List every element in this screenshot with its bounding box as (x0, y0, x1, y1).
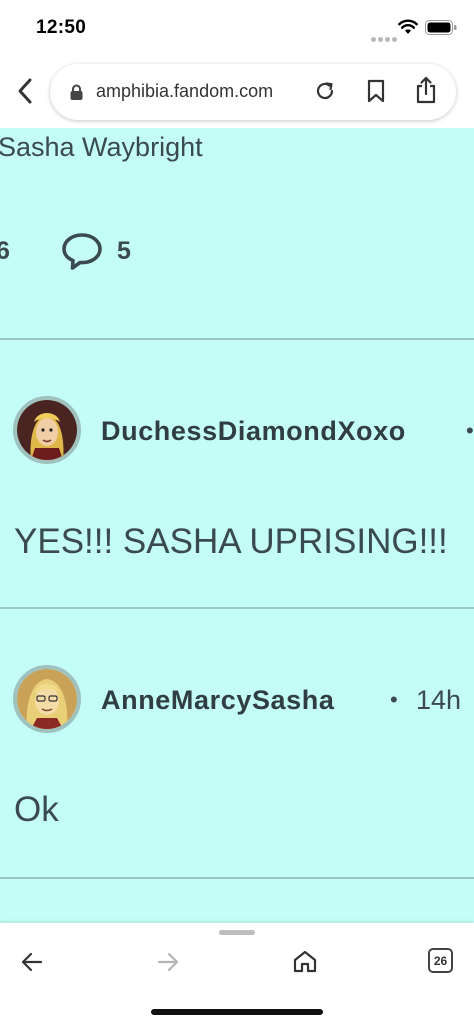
arrow-right-icon[interactable] (156, 951, 180, 973)
tabs-icon[interactable]: 26 (428, 948, 453, 973)
page-content: Sasha Waybright 6 5 DuchessDiamondXoxo •… (0, 128, 474, 923)
bookmark-icon[interactable] (366, 79, 386, 103)
share-icon[interactable] (415, 76, 437, 104)
reply-username[interactable]: DuchessDiamondXoxo (101, 416, 406, 447)
reply-username[interactable]: AnneMarcySasha (101, 685, 335, 716)
browser-toolbar: amphibia.fandom.com (0, 56, 474, 128)
reload-icon[interactable] (313, 79, 337, 103)
tab-count: 26 (433, 954, 448, 968)
bottom-toolbar: 26 (0, 923, 474, 1025)
divider (0, 607, 474, 609)
avatar[interactable] (13, 665, 81, 733)
meta-separator: • (466, 418, 474, 443)
home-icon[interactable] (292, 949, 318, 973)
divider (0, 877, 474, 879)
arrow-left-icon[interactable] (20, 951, 44, 973)
url-text: amphibia.fandom.com (96, 81, 274, 101)
reply-body: YES!!! SASHA UPRISING!!! (14, 522, 448, 561)
home-indicator (151, 1009, 323, 1015)
status-time: 12:50 (36, 17, 87, 38)
comment-count[interactable]: 5 (117, 237, 131, 266)
battery-icon (425, 20, 457, 35)
reply-body: Ok (14, 790, 59, 829)
back-chevron-icon[interactable] (13, 74, 39, 108)
comment-icon[interactable] (60, 231, 104, 271)
reply-timestamp: 14h (416, 685, 462, 715)
divider (0, 338, 474, 340)
signal-dots-icon (371, 29, 399, 47)
avatar[interactable] (13, 396, 81, 464)
sheet-handle[interactable] (219, 930, 255, 935)
status-bar: 12:50 (0, 0, 474, 56)
address-bar[interactable]: amphibia.fandom.com (50, 64, 456, 120)
lock-icon (70, 84, 83, 100)
post-title[interactable]: Sasha Waybright (0, 132, 203, 163)
meta-separator: • (390, 687, 398, 712)
wifi-icon (398, 19, 418, 34)
post-stat-count[interactable]: 6 (0, 237, 10, 266)
